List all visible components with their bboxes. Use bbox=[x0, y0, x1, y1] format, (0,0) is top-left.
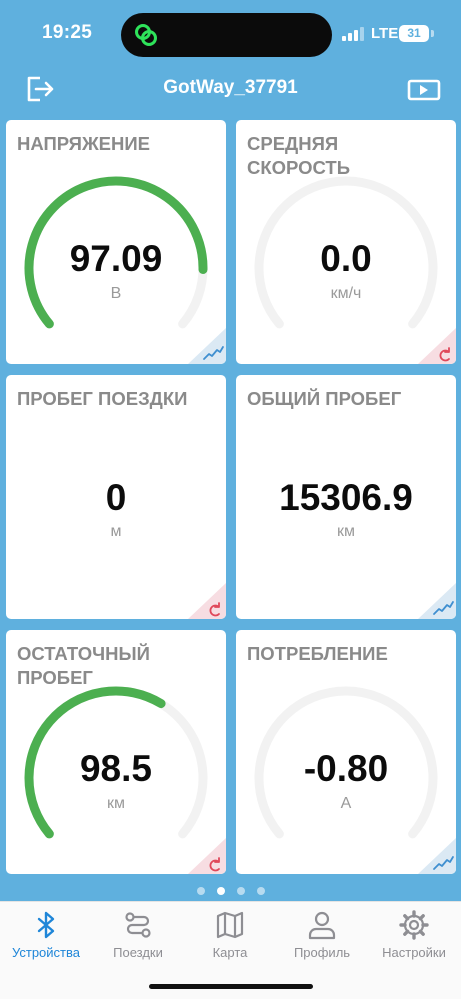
corner-triangle bbox=[418, 328, 456, 364]
reset-icon[interactable] bbox=[188, 583, 226, 619]
card-value: 15306.9 bbox=[279, 477, 413, 518]
card-value: 97.09 bbox=[69, 238, 163, 279]
status-bar: 19:25 LTE 31 bbox=[0, 0, 461, 64]
corner-triangle bbox=[188, 583, 226, 619]
page-dot[interactable] bbox=[216, 887, 225, 895]
page-dot[interactable] bbox=[256, 887, 265, 895]
tab-devices[interactable]: Устройства bbox=[0, 902, 92, 972]
network-type: LTE bbox=[371, 25, 399, 42]
card-value: 0 bbox=[105, 477, 127, 518]
card-unit: В bbox=[110, 285, 122, 302]
profile-icon bbox=[308, 911, 336, 940]
dynamic-island bbox=[121, 13, 332, 57]
bluetooth-icon bbox=[37, 911, 55, 939]
page-indicator[interactable] bbox=[0, 882, 461, 895]
chart-icon[interactable] bbox=[418, 583, 456, 619]
tab-trips[interactable]: Поездки bbox=[92, 902, 184, 972]
home-indicator bbox=[149, 984, 313, 989]
tab-profile[interactable]: Профиль bbox=[276, 902, 368, 972]
remaining-range-card[interactable]: ОСТАТОЧНЫЙ ПРОБЕГ 98.5 км bbox=[6, 630, 226, 874]
card-unit: км bbox=[107, 795, 125, 812]
tab-label: Профиль bbox=[293, 945, 351, 960]
tab-label: Карта bbox=[212, 945, 248, 960]
chart-icon[interactable] bbox=[188, 328, 226, 364]
tab-label: Устройства bbox=[11, 945, 80, 960]
corner-triangle bbox=[418, 838, 456, 874]
gear-icon bbox=[399, 910, 429, 940]
device-name-title: GotWay_37791 bbox=[163, 77, 298, 98]
battery-level: 31 bbox=[399, 25, 429, 42]
map-icon bbox=[216, 911, 244, 939]
consumption-card[interactable]: ПОТРЕБЛЕНИЕ -0.80 А bbox=[236, 630, 456, 874]
page-dot[interactable] bbox=[196, 887, 205, 895]
corner-triangle bbox=[188, 838, 226, 874]
voltage-card[interactable]: НАПРЯЖЕНИЕ 97.09 В bbox=[6, 120, 226, 364]
app-header: GotWay_37791 bbox=[0, 64, 461, 116]
tab-settings[interactable]: Настройки bbox=[368, 902, 460, 972]
total-distance-card[interactable]: ОБЩИЙ ПРОБЕГ 15306.9 км bbox=[236, 375, 456, 619]
reset-icon[interactable] bbox=[418, 328, 456, 364]
battery-tip bbox=[431, 30, 434, 37]
page-dot[interactable] bbox=[236, 887, 245, 895]
link-activity-icon bbox=[135, 24, 157, 46]
corner-triangle bbox=[188, 328, 226, 364]
chart-icon[interactable] bbox=[418, 838, 456, 874]
card-value: 98.5 bbox=[79, 748, 152, 789]
card-unit: км/ч bbox=[330, 285, 362, 302]
status-time: 19:25 bbox=[42, 22, 93, 43]
card-unit: м bbox=[110, 523, 122, 540]
video-record-button[interactable] bbox=[407, 74, 441, 104]
cellular-signal-icon bbox=[342, 27, 364, 41]
tab-map[interactable]: Карта bbox=[184, 902, 276, 972]
video-camera-icon bbox=[407, 79, 441, 101]
tab-label: Настройки bbox=[382, 945, 446, 960]
card-value: 0.0 bbox=[320, 238, 372, 279]
trip-distance-card[interactable]: ПРОБЕГ ПОЕЗДКИ 0 м bbox=[6, 375, 226, 619]
corner-triangle bbox=[418, 583, 456, 619]
card-unit: км bbox=[337, 523, 355, 540]
tab-label: Поездки bbox=[113, 945, 163, 960]
route-icon bbox=[125, 912, 151, 938]
reset-icon[interactable] bbox=[188, 838, 226, 874]
card-value: -0.80 bbox=[303, 748, 389, 789]
average-speed-card[interactable]: СРЕДНЯЯ СКОРОСТЬ 0.0 км/ч bbox=[236, 120, 456, 364]
card-unit: А bbox=[340, 795, 352, 812]
